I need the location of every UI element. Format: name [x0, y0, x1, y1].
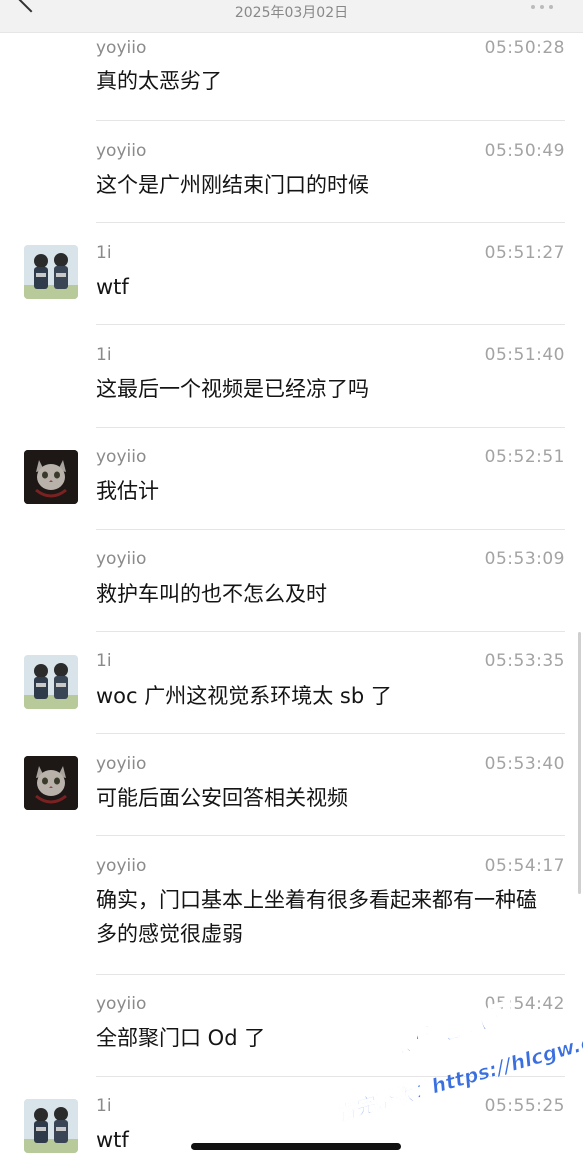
- sender-name: yoyiio: [96, 549, 147, 569]
- sender-name: yoyiio: [96, 856, 147, 876]
- avatar[interactable]: [24, 450, 78, 504]
- message-text: 真的太恶劣了: [96, 69, 222, 93]
- message-time: 05:51:40: [484, 345, 565, 365]
- message-text: 我估计: [96, 479, 159, 503]
- sender-name: 1i: [96, 243, 112, 263]
- avatar[interactable]: [24, 756, 78, 810]
- sender-name: 1i: [96, 1096, 112, 1116]
- avatar[interactable]: [24, 1099, 78, 1153]
- scrollbar[interactable]: [578, 632, 581, 894]
- divider: [96, 324, 565, 325]
- sender-name: 1i: [96, 345, 112, 365]
- message-time: 05:52:51: [484, 447, 565, 467]
- message-time: 05:50:28: [484, 38, 565, 58]
- message-time: 05:53:40: [484, 754, 565, 774]
- message-time: 05:53:35: [484, 651, 565, 671]
- message-text: wtf: [96, 275, 129, 299]
- divider: [96, 631, 565, 632]
- message-time: 05:54:17: [484, 856, 565, 876]
- sender-name: yoyiio: [96, 447, 147, 467]
- message-time: 05:53:09: [484, 549, 565, 569]
- divider: [96, 529, 565, 530]
- message-time: 05:50:49: [484, 141, 565, 161]
- sender-name: yoyiio: [96, 38, 147, 58]
- divider: [96, 835, 565, 836]
- home-indicator[interactable]: [191, 1143, 401, 1150]
- header-date: 2025年03月02日: [234, 5, 349, 21]
- message-time: 05:51:27: [484, 243, 565, 263]
- message-text: 这最后一个视频是已经凉了吗: [96, 377, 369, 401]
- message-text: wtf: [96, 1128, 129, 1152]
- chat-header: 2025年03月02日: [0, 0, 583, 33]
- sender-name: yoyiio: [96, 754, 147, 774]
- avatar[interactable]: [24, 655, 78, 709]
- divider: [96, 974, 565, 975]
- sender-name: yoyiio: [96, 141, 147, 161]
- divider: [96, 120, 565, 121]
- sender-name: yoyiio: [96, 994, 147, 1014]
- message-time: 05:55:25: [484, 1096, 565, 1116]
- message-text: 可能后面公安回答相关视频: [96, 786, 348, 810]
- more-icon[interactable]: [531, 0, 561, 9]
- message-text: woc 广州这视觉系环境太 sb 了: [96, 684, 392, 708]
- divider: [96, 222, 565, 223]
- avatar[interactable]: [24, 245, 78, 299]
- message-text: 救护车叫的也不怎么及时: [96, 582, 327, 606]
- divider: [96, 733, 565, 734]
- divider: [96, 427, 565, 428]
- message-text: 这个是广州刚结束门口的时候: [96, 173, 369, 197]
- message-text: 确实，门口基本上坐着有很多看起来都有一种磕多的感觉很虚弱: [96, 888, 537, 946]
- sender-name: 1i: [96, 651, 112, 671]
